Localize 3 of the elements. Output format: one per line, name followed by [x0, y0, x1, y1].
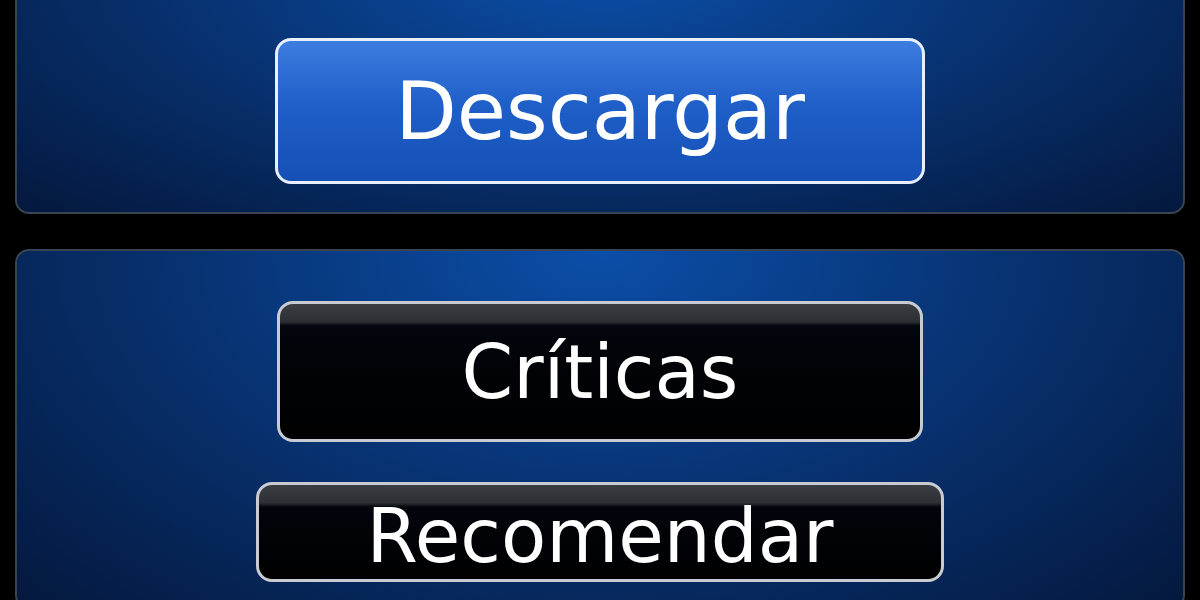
menu-button[interactable]: Recomendar — [256, 482, 944, 582]
download-button[interactable]: Descargar — [275, 38, 925, 184]
menu-button[interactable]: Críticas — [277, 301, 923, 442]
